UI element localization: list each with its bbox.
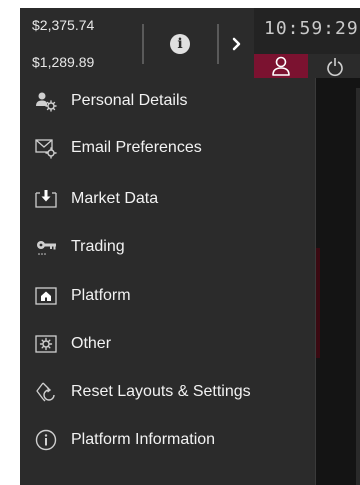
clock-panel: 10:59:29 (254, 8, 360, 54)
key-icon (35, 236, 57, 258)
menu-item-email-preferences[interactable]: Email Preferences (20, 125, 316, 171)
divider (217, 24, 219, 64)
menu-item-other[interactable]: Other (20, 321, 316, 367)
menu-item-label: Email Preferences (71, 139, 202, 156)
balance-secondary: $1,289.89 (32, 54, 95, 70)
user-dropdown-menu: Personal Details Email Preferences Marke… (20, 78, 316, 485)
workspace-background (316, 78, 360, 485)
menu-item-label: Reset Layouts & Settings (71, 383, 251, 400)
menu-item-market-data[interactable]: Market Data (20, 176, 316, 222)
app-window: $2,375.74 $1,289.89 i 10:59:29 Personal … (20, 8, 360, 485)
menu-item-label: Personal Details (71, 92, 188, 109)
user-menu-button[interactable] (254, 54, 308, 78)
power-button[interactable] (310, 54, 360, 78)
menu-item-label: Other (71, 335, 112, 352)
info-icon[interactable]: i (170, 34, 190, 54)
balance-primary: $2,375.74 (32, 17, 95, 33)
menu-item-label: Trading (71, 238, 125, 255)
menu-item-label: Platform (71, 287, 131, 304)
home-icon (35, 285, 57, 307)
top-bar: $2,375.74 $1,289.89 i 10:59:29 (20, 8, 360, 78)
divider (142, 24, 144, 64)
account-balances[interactable]: $2,375.74 $1,289.89 (20, 8, 138, 78)
menu-item-platform[interactable]: Platform (20, 273, 316, 319)
menu-item-label: Platform Information (71, 431, 216, 448)
menu-item-personal-details[interactable]: Personal Details (20, 78, 316, 124)
person-gear-icon (35, 90, 57, 112)
info-circle-icon (35, 429, 57, 451)
clock: 10:59:29 (264, 18, 359, 39)
menu-item-label: Market Data (71, 190, 159, 207)
user-icon (272, 56, 290, 76)
envelope-gear-icon (35, 137, 57, 159)
download-tray-icon (35, 188, 57, 210)
menu-item-reset-layouts[interactable]: Reset Layouts & Settings (20, 369, 316, 415)
menu-item-platform-information[interactable]: Platform Information (20, 417, 316, 463)
workspace-accent (316, 248, 320, 358)
chevron-right-icon[interactable] (230, 34, 244, 54)
gear-box-icon (35, 333, 57, 355)
workspace-scroll-strip (356, 88, 360, 485)
power-icon (327, 58, 343, 77)
reset-icon (35, 381, 57, 403)
menu-item-trading[interactable]: Trading (20, 224, 316, 270)
